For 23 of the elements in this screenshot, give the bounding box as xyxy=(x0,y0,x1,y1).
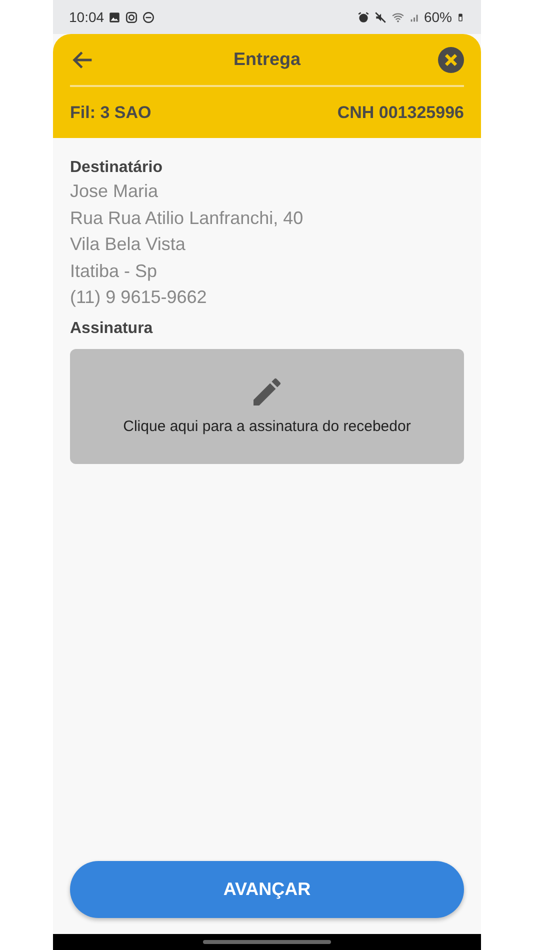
alarm-icon xyxy=(356,10,370,24)
recipient-detail: Vila Bela Vista xyxy=(70,233,186,256)
signature-pad[interactable]: Clique aqui para a assinatura do recebedor xyxy=(70,348,464,464)
recipient-label: Destinatário xyxy=(70,158,164,178)
close-icon xyxy=(438,46,464,72)
license-label: CNH 001325996 xyxy=(337,102,464,122)
branch-label: Fil: 3 SAO xyxy=(70,102,152,122)
gallery-icon xyxy=(108,10,122,24)
screen-title: Entrega xyxy=(232,49,302,70)
minus-circle-icon xyxy=(142,10,156,24)
camera-icon xyxy=(125,10,138,24)
close-button[interactable] xyxy=(438,46,464,72)
battery-level: 60% xyxy=(424,9,452,25)
recipient-detail: Rua Rua Atilio Lanfranchi, 40 xyxy=(70,206,304,230)
advance-button[interactable]: AVANÇAR xyxy=(70,861,464,918)
mute-icon xyxy=(374,10,387,24)
recipient-detail: Itatiba - Sp xyxy=(70,260,158,283)
signature-label: Assinatura xyxy=(70,318,154,338)
home-handle[interactable] xyxy=(203,940,331,944)
wifi-icon xyxy=(390,10,405,24)
status-time: 10:04 xyxy=(69,9,104,25)
recipient-detail: Jose Maria xyxy=(70,180,160,203)
recipient-detail: (11) 9 9615-9662 xyxy=(70,286,208,309)
